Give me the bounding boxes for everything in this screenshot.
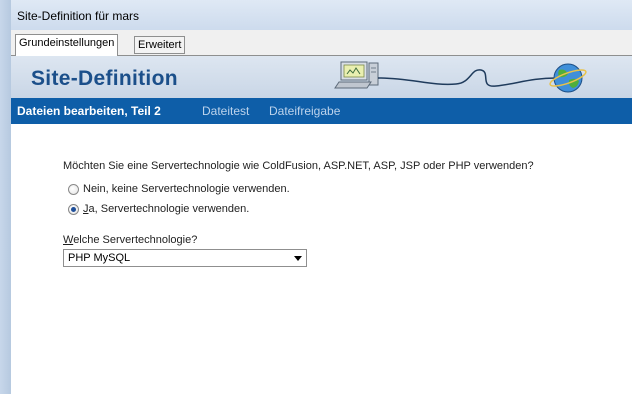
title-bar[interactable]: Site-Definition für mars (11, 0, 632, 30)
server-technology-label-rest: elche Servertechnologie? (73, 234, 198, 246)
radio-no-label: Nein, keine Servertechnologie verwenden. (83, 183, 290, 195)
radio-yes-label-rest: a, Servertechnologie verwenden. (88, 203, 250, 215)
nav-step-dateitest[interactable]: Dateitest (202, 104, 249, 118)
server-technology-selected-value: PHP MySQL (68, 252, 131, 264)
window-title: Site-Definition für mars (17, 9, 140, 23)
banner-title: Site-Definition (31, 67, 178, 90)
nav-step-dateien-bearbeiten-teil-2[interactable]: Dateien bearbeiten, Teil 2 (17, 104, 161, 118)
banner: Site-Definition (11, 56, 632, 98)
computer-network-globe-icon (334, 61, 587, 93)
wizard-step-nav: Dateien bearbeiten, Teil 2 Dateitest Dat… (11, 98, 632, 124)
server-technology-select[interactable]: PHP MySQL (63, 249, 307, 267)
tab-grundeinstellungen[interactable]: Grundeinstellungen (15, 34, 119, 56)
wizard-content: Möchten Sie eine Servertechnologie wie C… (11, 124, 632, 394)
server-technology-label: Welche Servertechnologie? (63, 234, 197, 246)
server-technology-mnemonic: W (63, 234, 74, 246)
radio-button-unchecked[interactable] (68, 183, 79, 195)
chevron-down-icon[interactable] (294, 256, 302, 261)
radio-button-checked[interactable] (68, 203, 79, 215)
site-definition-window: Site-Definition für mars Grundeinstellun… (0, 0, 632, 394)
radio-no-server-technology[interactable]: Nein, keine Servertechnologie verwenden. (68, 183, 290, 195)
server-technology-question: Möchten Sie eine Servertechnologie wie C… (63, 160, 534, 172)
tab-erweitert[interactable]: Erweitert (134, 36, 186, 54)
radio-yes-server-technology[interactable]: Ja, Servertechnologie verwenden. (68, 203, 249, 215)
nav-step-dateifreigabe[interactable]: Dateifreigabe (269, 104, 340, 118)
tab-strip: Grundeinstellungen Erweitert (11, 30, 632, 58)
radio-yes-label: Ja, Servertechnologie verwenden. (83, 203, 249, 215)
